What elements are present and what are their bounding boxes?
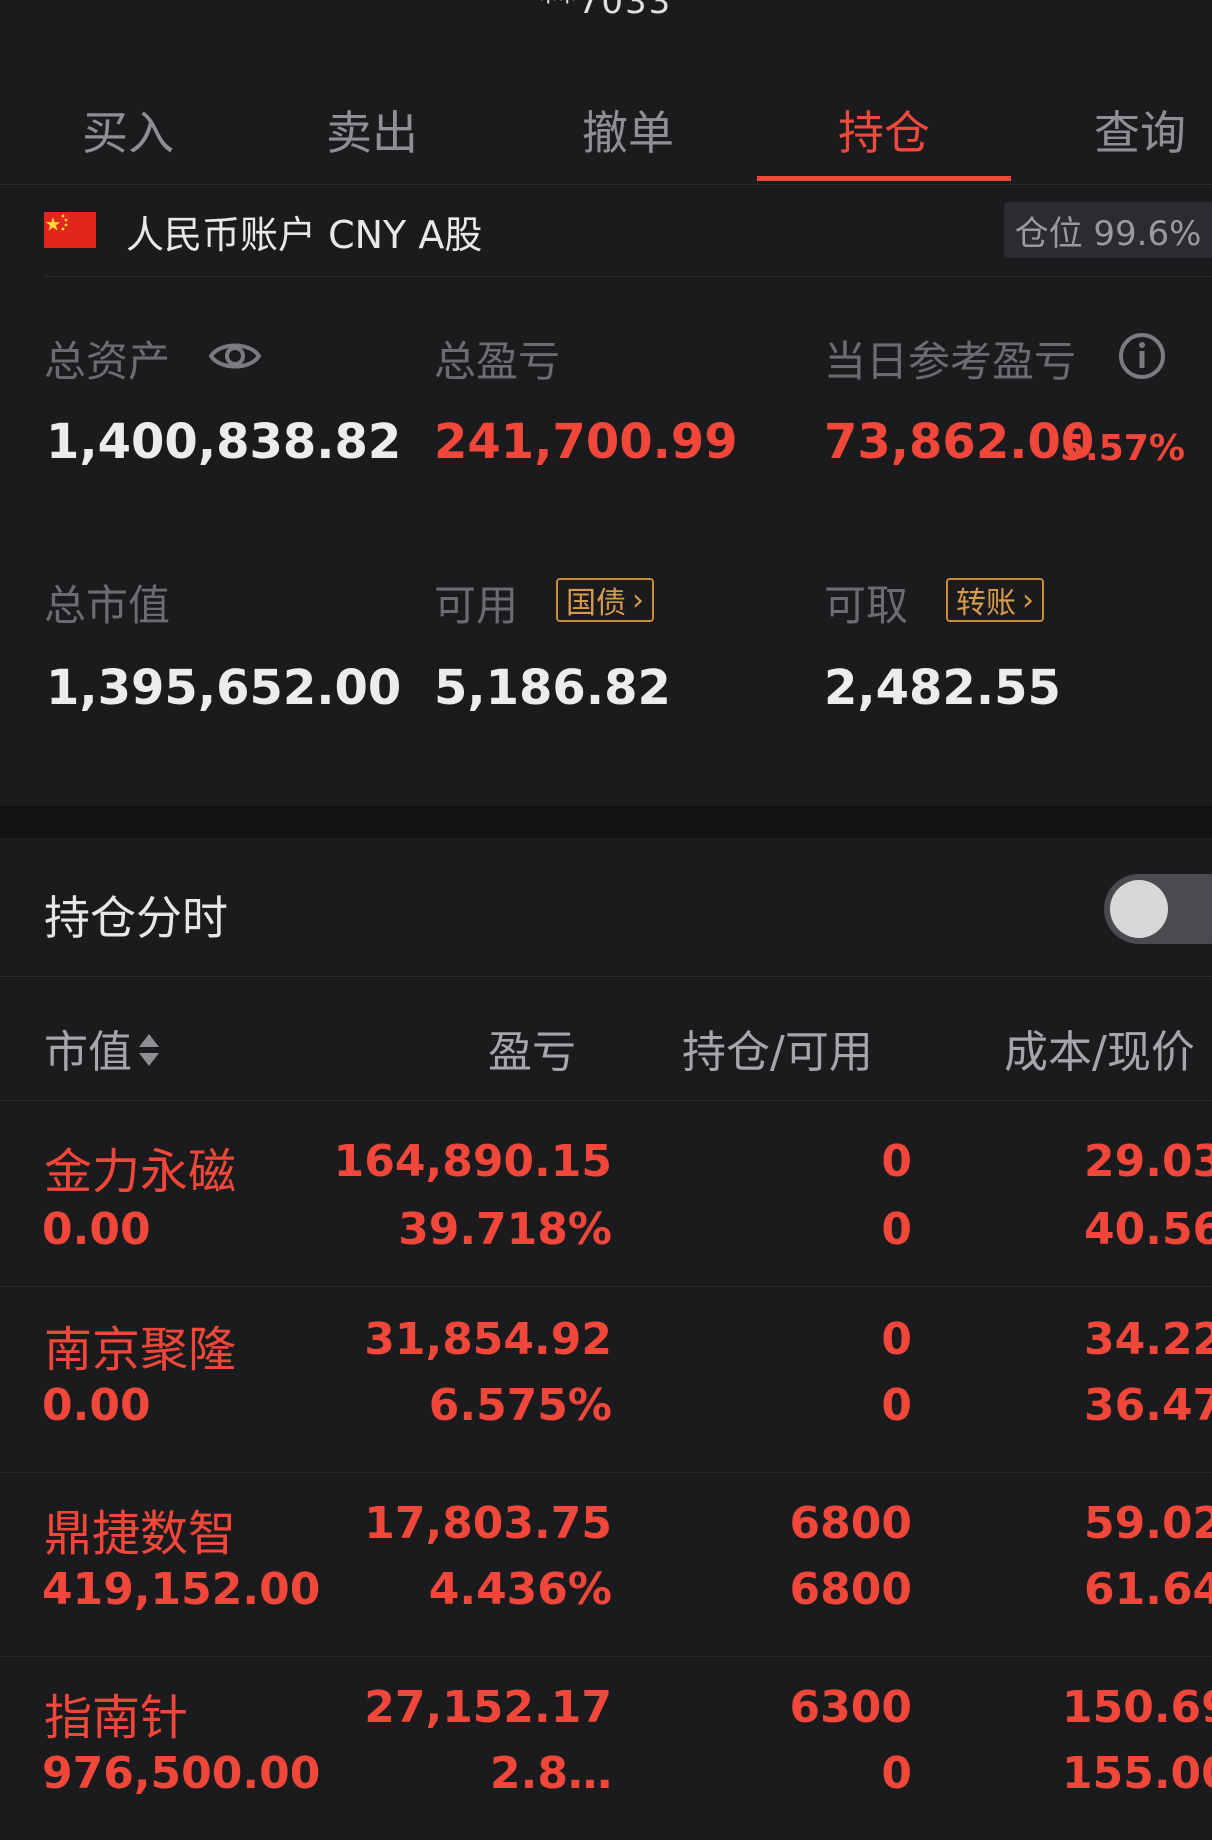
position-ratio-badge: 仓位 99.6% xyxy=(1004,202,1212,258)
trade-tabs: 买入 卖出 撤单 持仓 查询 xyxy=(0,78,1212,185)
row-pnl-percent: 2.8… xyxy=(490,1748,612,1799)
account-type-label: 人民币账户 CNY A股 xyxy=(126,213,483,257)
holdings-timeshare-toggle[interactable] xyxy=(1104,874,1212,944)
row-pnl-percent: 6.575% xyxy=(428,1380,612,1431)
tab-query[interactable]: 查询 xyxy=(1012,78,1212,182)
row-cost: 150.690 xyxy=(1062,1682,1212,1733)
total-assets-value: 1,400,838.82 xyxy=(46,414,402,470)
header-holding-available: 持仓/可用 xyxy=(682,1027,873,1078)
row-price: 40.560 xyxy=(1084,1204,1212,1255)
withdrawable-label: 可取 xyxy=(824,581,909,630)
daily-pnl-value: 73,862.00 xyxy=(824,414,1095,470)
row-holding: 0 xyxy=(881,1314,912,1365)
holdings-timeshare-row: 持仓分时 xyxy=(0,838,1212,977)
row-available: 6800 xyxy=(789,1564,912,1615)
chevron-right-icon: › xyxy=(1022,582,1034,618)
row-market-value: 0.00 xyxy=(42,1380,151,1431)
row-market-value: 976,500.00 xyxy=(42,1748,321,1799)
row-price: 36.470 xyxy=(1084,1380,1212,1431)
market-value-value: 1,395,652.00 xyxy=(46,660,402,716)
stock-name: 鼎捷数智 xyxy=(44,1506,237,1562)
bond-button[interactable]: 国债 › xyxy=(556,578,654,622)
table-row[interactable]: 鼎捷数智 419,152.00 17,803.75 4.436% 6800 68… xyxy=(0,1472,1212,1657)
row-price: 61.640 xyxy=(1084,1564,1212,1615)
toggle-knob xyxy=(1110,880,1168,938)
eye-icon[interactable] xyxy=(208,334,262,382)
header-market-value-label: 市值 xyxy=(44,1027,132,1078)
row-pnl: 164,890.15 xyxy=(333,1136,612,1187)
row-market-value: 419,152.00 xyxy=(42,1564,321,1615)
total-assets-label: 总资产 xyxy=(44,337,171,386)
available-label: 可用 xyxy=(434,581,519,630)
tab-positions[interactable]: 持仓 xyxy=(756,78,1012,182)
table-row[interactable]: 指南针 976,500.00 27,152.17 2.8… 6300 0 150… xyxy=(0,1656,1212,1840)
info-icon[interactable] xyxy=(1118,332,1166,384)
header-pnl: 盈亏 xyxy=(488,1027,576,1078)
row-price: 155.000 xyxy=(1062,1748,1212,1799)
daily-pnl-percent: 5.57% xyxy=(1060,428,1185,469)
header-cost-price: 成本/现价 xyxy=(1004,1027,1195,1078)
active-tab-indicator xyxy=(757,176,1011,181)
total-pnl-label: 总盈亏 xyxy=(434,337,561,386)
row-market-value: 0.00 xyxy=(42,1204,151,1255)
chevron-right-icon: › xyxy=(632,582,644,618)
account-number: **7033 xyxy=(539,0,673,22)
row-available: 0 xyxy=(881,1748,912,1799)
section-separator xyxy=(0,806,1212,838)
transfer-button[interactable]: 转账 › xyxy=(946,578,1044,622)
tab-sell[interactable]: 卖出 xyxy=(244,78,500,182)
row-cost: 29.036 xyxy=(1084,1136,1212,1187)
account-row: 人民币账户 CNY A股 仓位 99.6% xyxy=(0,186,1212,276)
stock-name: 南京聚隆 xyxy=(44,1322,237,1378)
row-holding: 0 xyxy=(881,1136,912,1187)
row-pnl: 17,803.75 xyxy=(364,1498,612,1549)
row-pnl-percent: 39.718% xyxy=(398,1204,612,1255)
daily-pnl-label: 当日参考盈亏 xyxy=(824,337,1077,386)
stock-name: 指南针 xyxy=(44,1690,189,1746)
stock-name: 金力永磁 xyxy=(44,1144,237,1200)
row-cost: 34.227 xyxy=(1084,1314,1212,1365)
row-available: 0 xyxy=(881,1204,912,1255)
row-holding: 6800 xyxy=(789,1498,912,1549)
tab-buy[interactable]: 买入 xyxy=(0,78,256,182)
row-pnl: 27,152.17 xyxy=(364,1682,612,1733)
market-value-label: 总市值 xyxy=(44,581,171,630)
table-header: 市值 盈亏 持仓/可用 成本/现价 xyxy=(0,976,1212,1101)
tab-cancel-order[interactable]: 撤单 xyxy=(500,78,756,182)
row-holding: 6300 xyxy=(789,1682,912,1733)
china-flag-icon xyxy=(44,212,96,248)
withdrawable-value: 2,482.55 xyxy=(824,660,1061,716)
divider xyxy=(44,276,1212,277)
bond-button-label: 国债 xyxy=(566,586,626,621)
row-available: 0 xyxy=(881,1380,912,1431)
row-pnl: 31,854.92 xyxy=(364,1314,612,1365)
row-cost: 59.022 xyxy=(1084,1498,1212,1549)
total-pnl-value: 241,700.99 xyxy=(434,414,738,470)
available-value: 5,186.82 xyxy=(434,660,671,716)
row-pnl-percent: 4.436% xyxy=(428,1564,612,1615)
header-market-value[interactable]: 市值 xyxy=(44,1016,162,1081)
table-row[interactable]: 南京聚隆 0.00 31,854.92 6.575% 0 0 34.227 36… xyxy=(0,1288,1212,1473)
table-row[interactable]: 金力永磁 0.00 164,890.15 39.718% 0 0 29.036 … xyxy=(0,1102,1212,1287)
holdings-timeshare-label: 持仓分时 xyxy=(44,891,228,945)
transfer-button-label: 转账 xyxy=(956,586,1016,621)
sort-icon[interactable] xyxy=(136,1030,162,1081)
